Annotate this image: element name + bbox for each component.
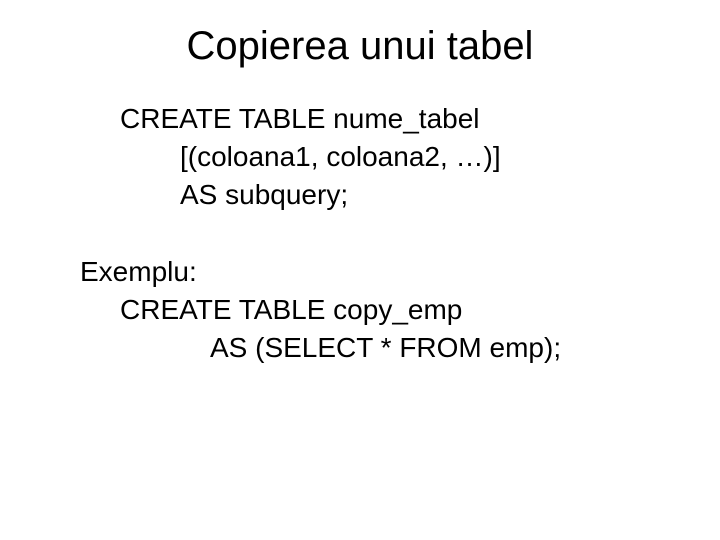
syntax-line-1: CREATE TABLE nume_tabel bbox=[80, 100, 660, 138]
syntax-line-2: [(coloana1, coloana2, …)] bbox=[80, 138, 660, 176]
slide: Copierea unui tabel CREATE TABLE nume_ta… bbox=[0, 0, 720, 540]
example-label: Exemplu: bbox=[80, 253, 660, 291]
spacer bbox=[80, 213, 660, 253]
syntax-line-3: AS subquery; bbox=[80, 176, 660, 214]
slide-title: Copierea unui tabel bbox=[0, 24, 720, 69]
slide-body: CREATE TABLE nume_tabel [(coloana1, colo… bbox=[80, 100, 660, 367]
example-line-2: AS (SELECT * FROM emp); bbox=[80, 329, 660, 367]
example-line-1: CREATE TABLE copy_emp bbox=[80, 291, 660, 329]
